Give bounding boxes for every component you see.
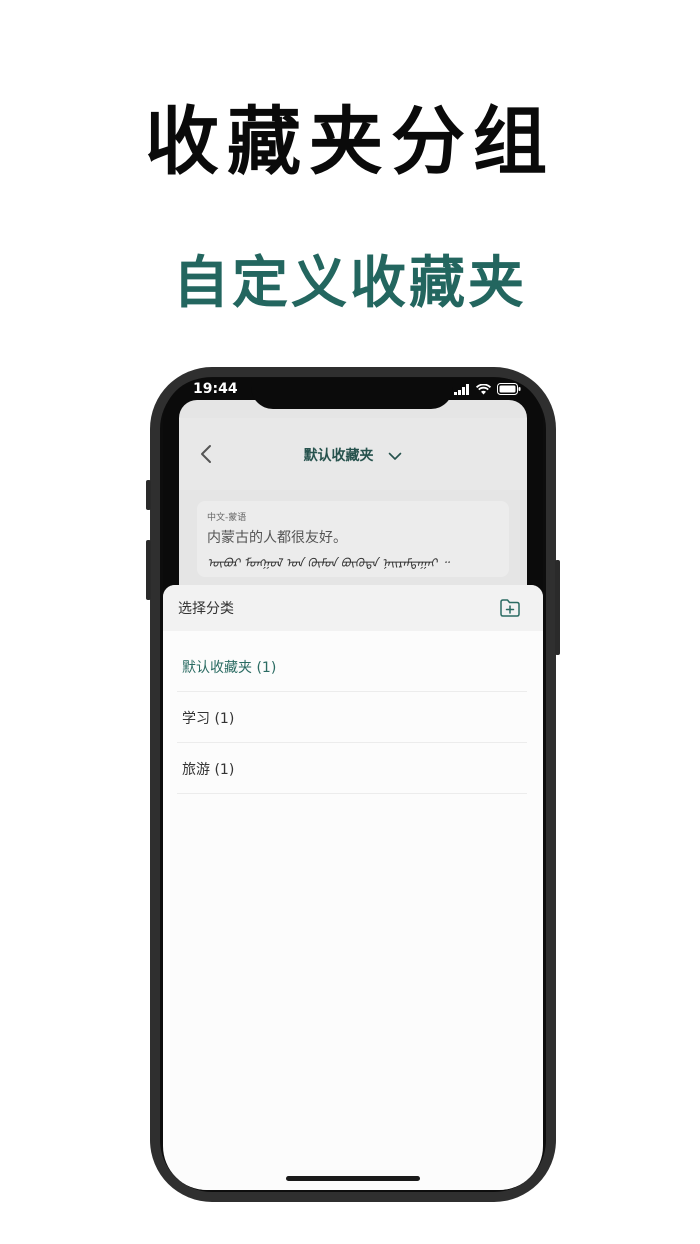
battery-icon (497, 383, 521, 395)
card-mongolian-text: ᠦᠪᠦᠷ ᠮᠣᠩᠭᠣᠯ ᠤᠨ ᠬᠦᠮᠦᠨ ᠪᠦᠭᠦᠳᠡ ᠨᠠᠢᠷᠠᠮᠳᠠᠭᠠᠢ … (207, 556, 449, 570)
phone-volume-button (146, 540, 151, 600)
chevron-down-icon (389, 452, 402, 460)
category-label: 学习 (1) (182, 711, 235, 727)
card-chinese-text: 内蒙古的人都很友好。 (207, 530, 347, 546)
folder-selector[interactable]: 默认收藏夹 (179, 445, 527, 465)
sheet-header: 选择分类 (163, 585, 543, 631)
favorite-card[interactable]: 中文-蒙语 内蒙古的人都很友好。 ᠦᠪᠦᠷ ᠮᠣᠩᠭᠣᠯ ᠤᠨ ᠬᠦᠮᠦᠨ ᠪᠦ… (197, 501, 509, 577)
signal-icon (454, 383, 469, 395)
sheet-title: 选择分类 (178, 601, 234, 617)
card-language-pair: 中文-蒙语 (207, 513, 247, 523)
notch (251, 378, 453, 409)
category-list: 默认收藏夹 (1) 学习 (1) 旅游 (1) (177, 641, 527, 794)
phone-screen: 19:44 默认收藏夹 中文-蒙语 内蒙古的人都很友好。 ᠦᠪᠦᠷ ᠮᠣᠩᠭᠣᠯ… (163, 378, 543, 1190)
subheadline: 自定义收藏夹 (173, 251, 527, 316)
headline: 收藏夹分组 (145, 99, 555, 185)
category-label: 旅游 (1) (182, 762, 235, 778)
category-label: 默认收藏夹 (1) (182, 660, 277, 676)
status-time: 19:44 (193, 381, 238, 397)
phone-power-button (555, 560, 560, 655)
status-icons (454, 383, 521, 395)
home-indicator (286, 1176, 420, 1181)
category-item-travel[interactable]: 旅游 (1) (177, 743, 527, 794)
category-sheet: 选择分类 默认收藏夹 (1) 学习 (1) 旅游 (1) (163, 585, 543, 1190)
category-item-default[interactable]: 默认收藏夹 (1) (177, 641, 527, 692)
add-folder-icon[interactable] (499, 597, 521, 619)
nav-title: 默认收藏夹 (303, 448, 374, 464)
wifi-icon (476, 383, 491, 394)
phone-mute-switch (146, 480, 151, 510)
navigation-bar: 默认收藏夹 (179, 418, 527, 490)
category-item-study[interactable]: 学习 (1) (177, 692, 527, 743)
